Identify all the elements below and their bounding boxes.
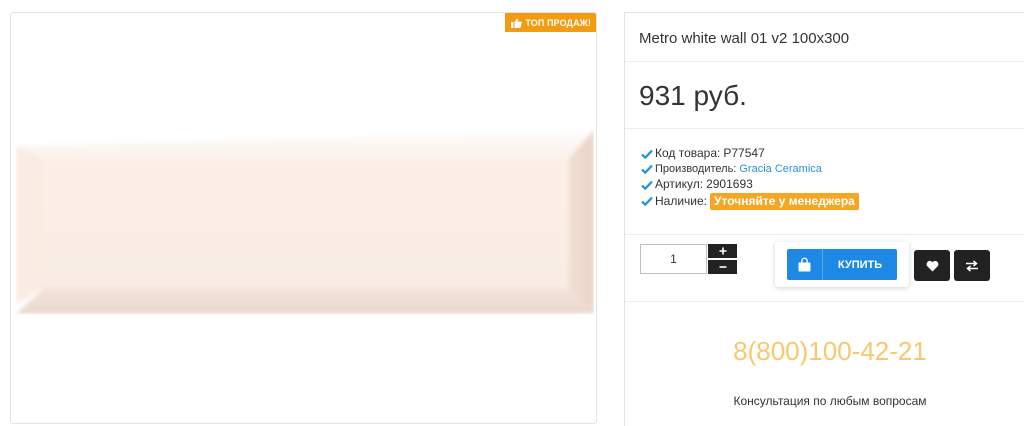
top-sales-badge: ТОП ПРОДАЖ!	[505, 13, 596, 32]
wishlist-button[interactable]	[914, 250, 950, 281]
check-icon	[641, 196, 653, 206]
compare-button[interactable]	[954, 250, 990, 281]
product-image-panel: ТОП ПРОДАЖ!	[10, 12, 597, 424]
minus-icon	[719, 266, 726, 268]
check-icon	[641, 165, 653, 175]
article-value: 2901693	[706, 177, 753, 192]
quantity-input[interactable]	[640, 244, 707, 274]
buy-button[interactable]: КУПИТЬ	[787, 249, 897, 280]
product-code-row: Код товара: P77547	[641, 146, 859, 162]
product-code-value: P77547	[723, 146, 765, 161]
buy-button-icon-area	[787, 249, 823, 280]
quantity-minus-button[interactable]	[708, 260, 737, 274]
plus-icon	[719, 247, 726, 255]
article-row: Артикул: 2901693	[641, 177, 859, 193]
product-title: Metro white wall 01 v2 100x300	[639, 30, 850, 47]
availability-status-badge: Уточняйте у менеджера	[710, 192, 859, 210]
heart-icon	[926, 260, 938, 271]
thumbs-up-icon	[511, 18, 523, 28]
product-code-label: Код товара:	[655, 146, 721, 161]
quantity-plus-button[interactable]	[708, 244, 737, 258]
check-icon	[641, 149, 653, 159]
product-image[interactable]	[16, 128, 594, 314]
consultation-note: Консультация по любым вопросам	[733, 394, 927, 408]
metro-tile-image	[16, 130, 594, 314]
divider	[625, 234, 1024, 235]
contact-phone[interactable]: 8(800)100-42-21	[625, 336, 1024, 367]
compare-arrows-icon	[966, 259, 978, 272]
manufacturer-link[interactable]: Gracia Ceramica	[739, 162, 822, 177]
manufacturer-label: Производитель:	[655, 162, 737, 175]
article-label: Артикул:	[655, 177, 704, 192]
availability-row: Наличие: Уточняйте у менеджера	[641, 192, 859, 210]
divider	[625, 128, 1024, 129]
availability-label: Наличие:	[655, 193, 708, 208]
buy-button-label: КУПИТЬ	[837, 258, 883, 271]
top-sales-label: ТОП ПРОДАЖ!	[525, 17, 591, 28]
buy-box: КУПИТЬ	[775, 242, 909, 287]
product-price: 931 руб.	[639, 80, 747, 111]
product-info-panel: Metro white wall 01 v2 100x300 931 руб. …	[624, 12, 1024, 426]
divider	[625, 61, 1024, 62]
divider	[625, 301, 1024, 302]
shopping-bag-icon	[798, 257, 811, 272]
manufacturer-row: Производитель: Gracia Ceramica	[641, 162, 859, 178]
product-properties: Код товара: P77547 Производитель: Gracia…	[641, 146, 859, 210]
check-icon	[641, 180, 653, 190]
